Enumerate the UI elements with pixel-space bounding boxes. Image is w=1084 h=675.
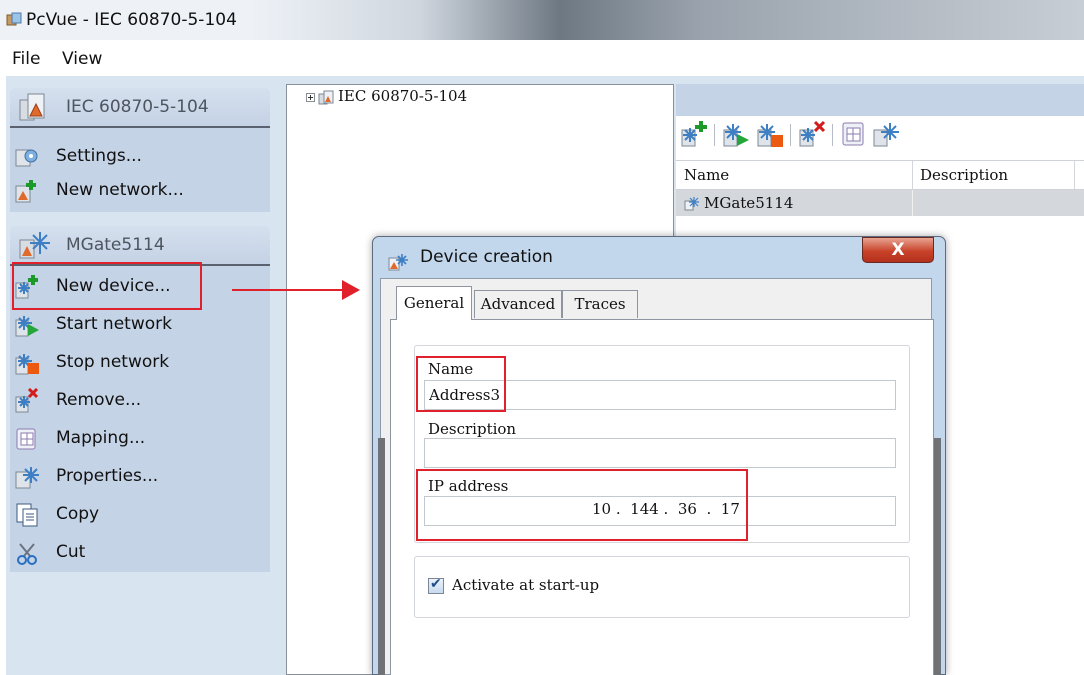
table-row[interactable]: MGate5114 [676,190,1084,216]
start-network-label: Start network [56,314,172,334]
toolbar-start-icon[interactable] [722,120,750,148]
task-panel: IEC 60870-5-104 Settings... New network.… [6,76,284,675]
settings-task[interactable]: Settings... [10,140,270,174]
tab-general[interactable]: General [396,286,472,320]
network-group-header[interactable]: MGate5114 [10,226,270,266]
start-network-task[interactable]: Start network [10,308,270,342]
mapping-task[interactable]: Mapping... [10,422,270,456]
activate-checkbox[interactable] [428,576,444,594]
stop-network-label: Stop network [56,352,170,372]
copy-label: Copy [56,504,100,524]
pcvue-app-icon [6,12,22,26]
left-scrollbar-track[interactable] [378,438,385,675]
mapping-label: Mapping... [56,428,146,448]
device-list-header: Name Description [676,160,1084,190]
dialog-device-icon [388,254,408,271]
network-icon [19,232,50,259]
toolbar-mapping-icon[interactable] [840,120,868,148]
toolbar-separator [832,124,833,146]
properties-label: Properties... [56,466,159,486]
properties-icon [15,467,39,489]
annotation-arrow-head [342,280,360,300]
cut-label: Cut [56,542,86,562]
stop-network-icon [15,354,39,375]
new-network-icon [15,180,36,203]
remove-task[interactable]: Remove... [10,384,270,418]
ip-highlight-box [416,469,748,541]
new-network-label: New network... [56,180,184,200]
tree-root-label[interactable]: IEC 60870-5-104 [338,87,467,105]
stop-network-task[interactable]: Stop network [10,346,270,380]
annotation-arrow-line [232,289,344,291]
device-panel-header [676,84,1084,116]
network-group-title: MGate5114 [66,235,165,255]
window-title: PcVue - IEC 60870-5-104 [26,10,237,30]
window-title-bar: PcVue - IEC 60870-5-104 [0,0,1084,41]
settings-label: Settings... [56,146,142,166]
protocol-icon [19,93,45,121]
description-input[interactable] [424,438,896,468]
mapping-icon [16,428,36,450]
remove-label: Remove... [56,390,142,410]
name-highlight-box [416,356,506,412]
toolbar-separator [790,124,791,146]
protocol-group-header[interactable]: IEC 60870-5-104 [10,88,270,128]
protocol-task-group: IEC 60870-5-104 Settings... New network.… [10,88,270,212]
menu-file[interactable]: File [12,49,40,69]
tree-expand-toggle[interactable] [306,93,315,102]
scissors-icon [17,543,37,565]
cut-task[interactable]: Cut [10,536,270,570]
new-network-task[interactable]: New network... [10,174,270,208]
device-row-icon [684,197,699,211]
column-description-header[interactable]: Description [920,166,1008,184]
start-network-icon [15,316,39,337]
protocol-group-title: IEC 60870-5-104 [66,97,209,117]
dialog-close-button[interactable]: X [862,237,934,263]
menu-view[interactable]: View [62,49,102,69]
device-name-cell: MGate5114 [704,194,794,212]
column-name-header[interactable]: Name [684,166,729,184]
toolbar-remove-icon[interactable] [798,120,826,148]
column-divider[interactable] [912,161,913,189]
remove-icon [15,388,39,413]
new-device-highlight-box [12,262,202,310]
activate-label[interactable]: Activate at start-up [452,576,599,594]
copy-icon [16,503,38,527]
tree-protocol-icon [318,90,334,105]
settings-icon [15,149,38,167]
toolbar-properties-icon[interactable] [872,120,900,148]
description-label: Description [428,420,517,438]
menu-bar: File View [0,40,1084,76]
dialog-title: Device creation [420,247,553,267]
cell-divider [912,190,913,216]
toolbar-separator [714,124,715,146]
toolbar-stop-icon[interactable] [756,120,784,148]
copy-task[interactable]: Copy [10,498,270,532]
properties-task[interactable]: Properties... [10,460,270,494]
toolbar-new-device-icon[interactable] [680,120,708,148]
column-divider[interactable] [1074,161,1075,189]
tab-traces[interactable]: Traces [562,290,638,318]
tab-advanced[interactable]: Advanced [474,290,562,318]
right-scrollbar-track[interactable] [934,438,941,675]
